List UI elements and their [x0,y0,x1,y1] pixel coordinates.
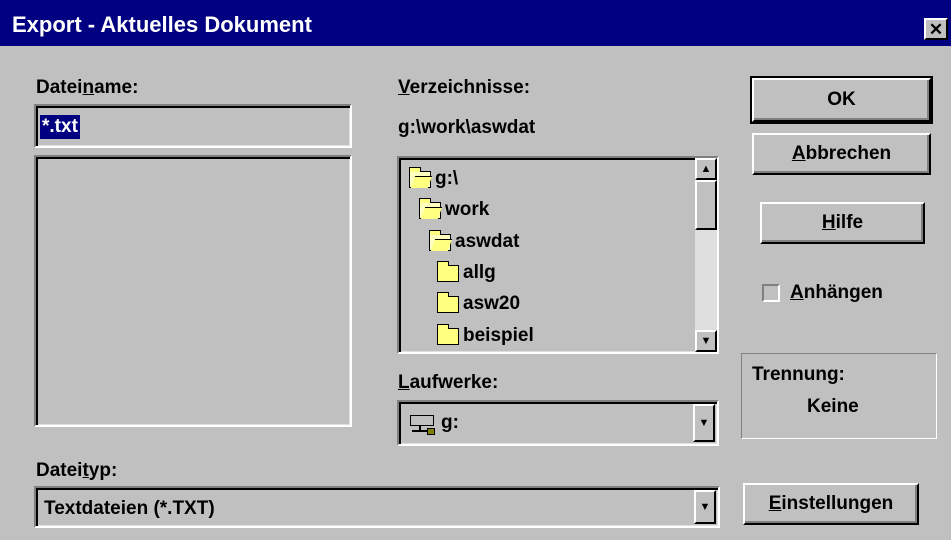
filename-input[interactable]: *.txt [34,104,352,148]
separator-label: Trennung: [752,364,845,385]
directory-list[interactable]: g:\ work aswdat allg asw20 beispiel ▲ ▼ [397,156,719,354]
arrow-down-icon: ▼ [700,335,712,347]
cancel-button[interactable]: Abbrechen [752,133,931,175]
folder-icon [437,260,459,282]
dropdown-arrow-button[interactable]: ▼ [693,404,715,442]
open-folder-icon [419,197,441,219]
folder-icon [437,323,459,345]
filetype-label: Dateityp: [36,460,118,481]
chevron-down-icon: ▼ [698,417,710,429]
current-path: g:\work\aswdat [398,117,536,138]
directories-label: Verzeichnisse: [398,77,531,98]
drive-value: g: [441,412,459,433]
directory-item-root[interactable]: g:\ [409,166,458,190]
help-button[interactable]: Hilfe [760,202,925,244]
directory-scrollbar[interactable]: ▲ ▼ [695,158,717,352]
scroll-thumb[interactable] [695,180,717,230]
title-bar[interactable]: Export - Aktuelles Dokument ✕ [0,0,951,48]
append-checkbox[interactable] [762,284,780,302]
append-checkbox-row[interactable]: Anhängen [762,282,883,304]
directory-item-allg[interactable]: allg [437,260,496,284]
separator-value: Keine [807,396,859,417]
folder-icon [437,291,459,313]
drives-label: Laufwerke: [398,372,499,393]
filetype-dropdown[interactable]: Textdateien (*.TXT) ▼ [34,486,720,528]
directory-item-beispiel[interactable]: beispiel [437,323,534,347]
directory-item-asw20[interactable]: asw20 [437,291,520,315]
open-folder-icon [409,166,431,188]
drives-dropdown[interactable]: g: ▼ [397,400,719,446]
close-button[interactable]: ✕ [924,18,948,40]
scroll-down-button[interactable]: ▼ [695,330,717,352]
ok-button[interactable]: OK [750,76,933,124]
filetype-value: Textdateien (*.TXT) [44,498,215,519]
filename-value: *.txt [40,115,80,139]
arrow-up-icon: ▲ [700,163,712,175]
separator-box: Trennung: Keine [741,353,937,439]
open-folder-icon [429,229,451,251]
settings-button[interactable]: Einstellungen [743,483,919,525]
dropdown-arrow-button[interactable]: ▼ [694,490,716,524]
filename-label: Dateiname: [36,77,139,98]
append-label: Anhängen [790,282,883,303]
window-title: Export - Aktuelles Dokument [12,12,312,37]
chevron-down-icon: ▼ [699,501,711,513]
close-icon: ✕ [928,19,944,39]
directory-item-aswdat[interactable]: aswdat [429,229,519,253]
network-drive-icon [409,413,435,435]
directory-item-work[interactable]: work [419,197,489,221]
file-list[interactable] [34,155,352,427]
scroll-up-button[interactable]: ▲ [695,158,717,180]
